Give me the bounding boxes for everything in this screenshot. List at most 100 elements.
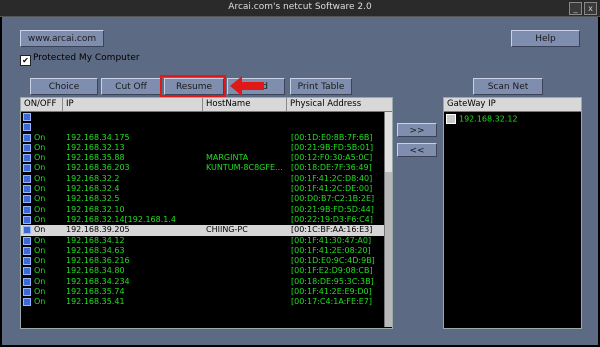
protect-checkbox[interactable]: ✔ [20, 55, 31, 66]
scan-net-button[interactable]: Scan Net [473, 78, 543, 95]
table-row[interactable]: On 192.168.32.10 [00:21:9B:FD:5D:44] [21, 205, 385, 215]
status-cell: On [34, 256, 46, 266]
ip-cell: 192.168.34.175 [66, 132, 130, 142]
ip-cell: 192.168.34.12 [66, 235, 125, 245]
table-row[interactable] [21, 112, 385, 122]
ip-cell: 192.168.34.234 [66, 276, 130, 286]
computer-icon [23, 143, 31, 152]
network-icon [446, 114, 456, 124]
ip-cell: 192.168.32.14[192.168.1.4 [66, 214, 176, 224]
table-row[interactable] [21, 122, 385, 132]
ip-cell: 192.168.39.205 [66, 225, 130, 235]
table-row[interactable]: On 192.168.35.88 MARGINTA [00:12:F0:30:A5:0… [21, 153, 385, 163]
close-button[interactable]: x [584, 2, 597, 15]
mac-cell: [00:1F:E2:D9:08:CB] [291, 266, 373, 276]
table-row[interactable]: On 192.168.32.14[192.168.1.4 [00:22:19:D3:… [21, 215, 385, 225]
gateway-panel[interactable]: GateWay IP 192.168.32.12 [443, 97, 582, 329]
mac-cell: [00:1D:E0:8B:7F:6B] [291, 132, 373, 142]
computer-icon [23, 195, 31, 204]
computer-icon [23, 236, 31, 245]
hostname-cell: MARGINTA [206, 153, 249, 163]
computer-icon [23, 133, 31, 142]
status-cell: On [34, 276, 46, 286]
column-ip[interactable]: IP [63, 98, 203, 111]
mac-cell: [00:1F:41:30:47:A0] [291, 235, 372, 245]
mac-cell: [00:21:9B:FD:5D:44] [291, 204, 374, 214]
computer-icon [23, 113, 31, 121]
computer-icon [23, 298, 31, 307]
ip-cell: 192.168.35.41 [66, 297, 125, 307]
print-table-button[interactable]: Print Table [290, 78, 352, 95]
status-cell: On [34, 194, 46, 204]
move-left-button[interactable]: << [397, 143, 437, 157]
gateway-entry[interactable]: 192.168.32.12 [446, 114, 518, 124]
mac-cell: [00:17:C4:1A:FE:E7] [291, 297, 372, 307]
table-row[interactable]: On 192.168.34.175 [00:1D:E0:8B:7F:6B] [21, 133, 385, 143]
status-cell: On [34, 235, 46, 245]
computer-icon [23, 277, 31, 286]
table-row[interactable]: On 192.168.35.74 [00:1F:41:2E:E9:D0] [21, 287, 385, 297]
table-row[interactable]: On 192.168.34.234 [00:18:DE:95:3C:3B] [21, 277, 385, 287]
mac-cell: [00:12:F0:30:A5:0C] [291, 153, 373, 163]
ip-cell: 192.168.32.2 [66, 173, 120, 183]
table-row[interactable]: On 192.168.32.13 [00:21:9B:FD:5B:01] [21, 143, 385, 153]
table-row[interactable]: On 192.168.32.2 [00:1F:41:2C:D8:40] [21, 174, 385, 184]
column-onoff[interactable]: ON/OFF [21, 98, 63, 111]
computer-icon [23, 185, 31, 194]
mac-cell: [00:18:DE:7F:36:49] [291, 163, 372, 173]
ip-cell: 192.168.35.88 [66, 153, 125, 163]
table-row[interactable]: On 192.168.34.63 [00:1F:41:2E:08:20] [21, 246, 385, 256]
title-bar[interactable]: Arcai.com's netcut Software 2.0 _ x [0, 0, 600, 17]
ip-cell: 192.168.32.4 [66, 184, 120, 194]
scrollbar-thumb[interactable] [385, 112, 392, 172]
status-cell: On [34, 142, 46, 152]
status-cell: On [34, 266, 46, 276]
cut-off-button[interactable]: Cut Off [101, 78, 161, 95]
table-row[interactable]: On 192.168.35.41 [00:17:C4:1A:FE:E7] [21, 297, 385, 307]
move-right-button[interactable]: >> [397, 123, 437, 137]
mac-cell: [00:21:9B:FD:5B:01] [291, 142, 374, 152]
choice-netcard-button[interactable]: Choice NetCard [30, 78, 98, 109]
window-title: Arcai.com's netcut Software 2.0 [228, 2, 372, 12]
help-button[interactable]: Help [511, 30, 580, 47]
gateway-header: GateWay IP [447, 99, 496, 109]
mac-cell: [00:22:19:D3:F6:C4] [291, 214, 373, 224]
ip-cell: 192.168.32.10 [66, 204, 125, 214]
ip-cell: 192.168.36.216 [66, 256, 130, 266]
host-table-scrollbar[interactable] [384, 112, 392, 327]
mac-cell: [00:D0:B7:C2:1B:2E] [291, 194, 375, 204]
status-cell: On [34, 204, 46, 214]
mac-cell: [00:1C:BF:AA:16:E3] [291, 225, 373, 235]
computer-icon [23, 267, 31, 276]
status-cell: On [34, 214, 46, 224]
computer-icon [23, 246, 31, 255]
host-table[interactable]: ON/OFF IP HostName Physical Address On 19… [20, 97, 393, 329]
status-cell: On [34, 184, 46, 194]
computer-icon [23, 174, 31, 183]
table-row[interactable]: On 192.168.36.203 KUNTUM-8C8GFE... [00:18:D… [21, 163, 385, 173]
table-row[interactable]: On 192.168.34.12 [00:1F:41:30:47:A0] [21, 236, 385, 246]
status-cell: On [34, 163, 46, 173]
table-row[interactable]: On 192.168.34.80 [00:1F:E2:D9:08:CB] [21, 266, 385, 276]
column-physical-address[interactable]: Physical Address [287, 98, 392, 111]
host-table-body: On 192.168.34.175 [00:1D:E0:8B:7F:6B] On 192… [21, 112, 385, 308]
column-hostname[interactable]: HostName [203, 98, 287, 111]
protect-label: Protected My Computer [33, 53, 140, 63]
table-row[interactable]: On 192.168.32.5 [00:D0:B7:C2:1B:2E] [21, 194, 385, 204]
status-cell: On [34, 245, 46, 255]
minimize-button[interactable]: _ [569, 2, 582, 15]
mac-cell: [00:1F:41:2C:D8:40] [291, 173, 373, 183]
mac-cell: [00:1F:41:2E:E9:D0] [291, 287, 372, 297]
table-row[interactable]: On 192.168.39.205 CHIING-PC [00:1C:BF:AA:16… [21, 225, 385, 236]
gateway-header-bar: GateWay IP [444, 98, 581, 112]
netcut-window: Arcai.com's netcut Software 2.0 _ x www.… [0, 0, 600, 347]
ip-cell: 192.168.32.13 [66, 142, 125, 152]
computer-icon [23, 215, 31, 224]
table-row[interactable]: On 192.168.36.216 [00:1D:E0:9C:4D:9B] [21, 256, 385, 266]
hostname-cell: CHIING-PC [206, 225, 248, 235]
resume-highlight-box [160, 75, 226, 97]
website-button[interactable]: www.arcai.com [20, 30, 104, 47]
computer-icon [23, 205, 31, 214]
table-row[interactable]: On 192.168.32.4 [00:1F:41:2C:DE:00] [21, 184, 385, 194]
computer-icon [23, 154, 31, 163]
